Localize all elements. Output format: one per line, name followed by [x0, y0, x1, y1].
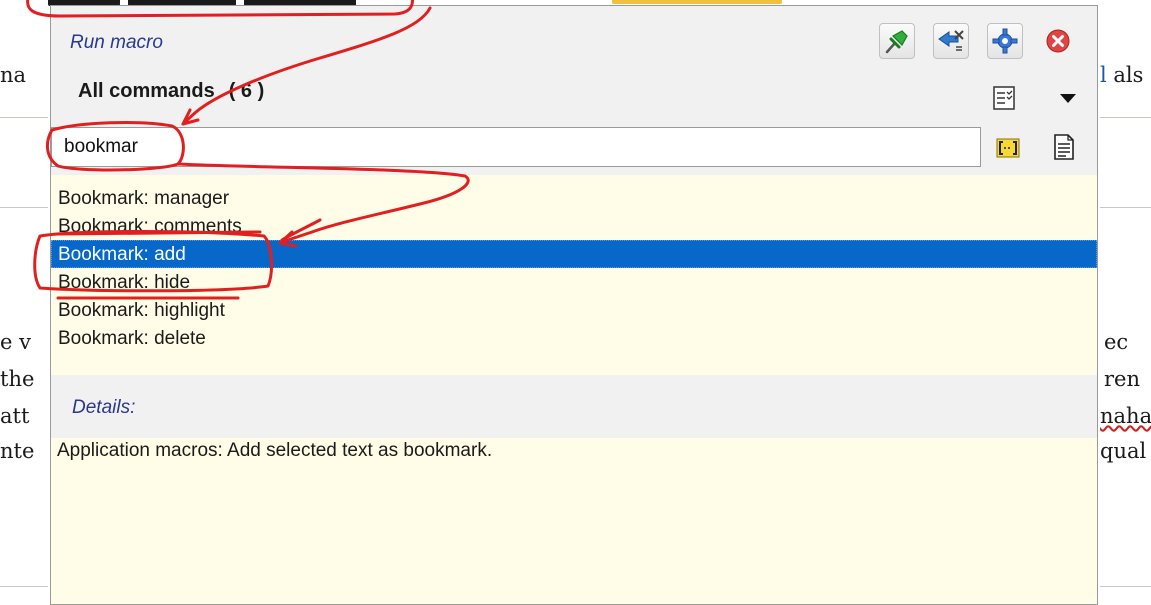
details-label: Details: [72, 397, 136, 418]
command-item[interactable]: Bookmark: delete [51, 324, 1097, 352]
command-item[interactable]: Bookmark: manager [51, 184, 1097, 212]
bg-divider [1100, 117, 1151, 118]
run-macro-popup: Run macro All commands ( 6 ) bookmar Book… [50, 5, 1098, 605]
bg-text-right: l als [1100, 63, 1144, 87]
command-item[interactable]: Bookmark: comments [51, 212, 1097, 240]
bg-text-left: att [0, 404, 30, 428]
document-icon [1054, 134, 1074, 160]
command-item-selected[interactable]: Bookmark: add [51, 240, 1097, 268]
pin-icon [885, 30, 908, 54]
popup-header: Run macro All commands ( 6 ) [51, 6, 1097, 175]
bg-text-left: nte [0, 439, 35, 463]
details-text: Application macros: Add selected text as… [57, 440, 493, 461]
commands-count: ( 6 ) [228, 80, 265, 102]
list-view-button[interactable] [987, 81, 1021, 115]
bg-text-right: ec [1104, 330, 1129, 354]
bg-text-left: na [0, 63, 27, 87]
close-icon [1046, 29, 1070, 53]
top-highlight-fragment [612, 0, 782, 4]
bg-text-right: qual [1100, 439, 1147, 463]
dropdown-button[interactable] [1051, 81, 1085, 115]
close-button[interactable] [1041, 24, 1075, 58]
swap-icon [938, 30, 964, 51]
bg-divider [1100, 586, 1151, 587]
popup-title: Run macro [70, 32, 163, 53]
bg-text-right-tail: als [1106, 63, 1144, 87]
bg-divider [0, 117, 48, 118]
document-button[interactable] [1047, 130, 1081, 164]
settings-button[interactable] [987, 23, 1023, 59]
details-header: Details: [51, 375, 1097, 438]
gear-icon [992, 28, 1018, 54]
bg-text-right: ren [1104, 367, 1140, 391]
bg-divider [0, 586, 48, 587]
search-input[interactable] [51, 127, 981, 167]
command-list: Bookmark: manager Bookmark: comments Boo… [51, 184, 1097, 352]
commands-heading-label: All commands [78, 80, 215, 102]
bg-text-right: naha [1100, 404, 1151, 428]
bg-text-left: the [0, 367, 35, 391]
pin-button[interactable] [879, 23, 915, 59]
bg-divider [0, 207, 48, 208]
bg-divider [1100, 207, 1151, 208]
dropdown-arrow-icon [1060, 94, 1076, 103]
command-item[interactable]: Bookmark: highlight [51, 296, 1097, 324]
bracket-button[interactable] [991, 131, 1025, 165]
bg-text-left: e v [0, 330, 31, 354]
swap-button[interactable] [933, 23, 969, 59]
command-item[interactable]: Bookmark: hide [51, 268, 1097, 296]
list-view-icon [993, 86, 1015, 110]
bracket-icon [996, 138, 1020, 158]
commands-heading: All commands ( 6 ) [78, 80, 264, 103]
